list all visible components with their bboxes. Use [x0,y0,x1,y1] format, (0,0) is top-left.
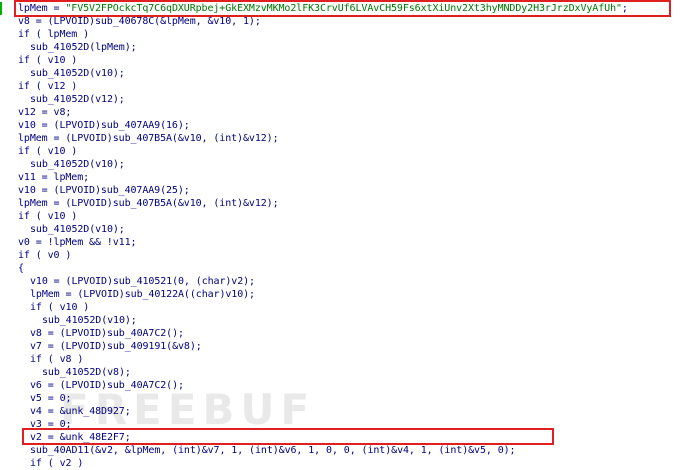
code-line[interactable]: v10 = (LPVOID)sub_407AA9(25); [18,184,628,197]
code-line-text: if ( v10 ) [18,211,78,222]
code-line[interactable]: sub_41052D(v8); [18,366,628,379]
code-line-text: v10 = (LPVOID)sub_407AA9(16); [18,120,190,131]
code-line-text: sub_41052D(lpMem); [30,42,137,53]
code-line[interactable]: if ( v8 ) [18,353,628,366]
code-line[interactable]: v10 = (LPVOID)sub_410521(0, (char)v2); [18,275,628,288]
code-line-text: if ( v8 ) [30,354,84,365]
code-line-text: if ( lpMem ) [18,29,90,40]
code-line-text: v8 = (LPVOID)sub_40A7C2(); [30,328,184,339]
code-line[interactable]: v12 = v8; [18,106,628,119]
code-line-text: if ( v10 ) [30,302,90,313]
code-line-text: lpMem = (LPVOID)sub_407B5A(&v10, (int)&v… [18,133,279,144]
code-line-text: sub_41052D(v10); [42,315,137,326]
code-line[interactable]: v5 = 0; [18,392,628,405]
code-line-text: lpMem = "FV5V2FPOckcTq7C6qDXURpbej+GkEXM… [18,3,628,14]
code-line-text: sub_41052D(v10); [30,159,125,170]
code-line[interactable]: v8 = (LPVOID)sub_40678C(&lpMem, &v10, 1)… [18,15,628,28]
code-line[interactable]: if ( v0 ) [18,249,628,262]
code-line[interactable]: v7 = (LPVOID)sub_409191(&v8); [18,340,628,353]
code-line-text: if ( v2 ) [30,458,84,469]
code-line-text: if ( v10 ) [18,55,78,66]
code-line-text: v6 = (LPVOID)sub_40A7C2(); [30,380,184,391]
code-line[interactable]: sub_41052D(v10); [18,158,628,171]
code-line-text: v8 = (LPVOID)sub_40678C(&lpMem, &v10, 1)… [18,16,261,27]
code-line-text: v12 = v8; [18,107,72,118]
code-line[interactable]: sub_41052D(v10); [18,314,628,327]
code-line-text: v10 = (LPVOID)sub_410521(0, (char)v2); [30,276,255,287]
code-line-text: if ( v12 ) [18,81,78,92]
code-line-text: v0 = !lpMem && !v11; [18,237,137,248]
current-line-marker [0,2,2,15]
code-line-text: v4 = &unk_48D927; [30,406,131,417]
code-line[interactable]: sub_41052D(v10); [18,67,628,80]
pseudocode-view[interactable]: lpMem = "FV5V2FPOckcTq7C6qDXURpbej+GkEXM… [18,2,628,470]
code-line[interactable]: v11 = lpMem; [18,171,628,184]
code-line[interactable]: if ( lpMem ) [18,28,628,41]
code-line-text: v5 = 0; [30,393,72,404]
code-line[interactable]: if ( v2 ) [18,457,628,470]
code-line[interactable]: v2 = &unk_48E2F7; [18,431,628,444]
code-line-text: if ( v10 ) [18,146,78,157]
code-line-text: sub_41052D(v8); [42,367,131,378]
code-line-text: v11 = lpMem; [18,172,90,183]
code-line[interactable]: if ( v10 ) [18,54,628,67]
code-line-text: lpMem = (LPVOID)sub_407B5A(&v10, (int)&v… [18,198,279,209]
code-line[interactable]: v10 = (LPVOID)sub_407AA9(16); [18,119,628,132]
code-line-text: if ( v0 ) [18,250,72,261]
code-line[interactable]: v4 = &unk_48D927; [18,405,628,418]
code-line[interactable]: sub_41052D(v12); [18,93,628,106]
code-line[interactable]: v8 = (LPVOID)sub_40A7C2(); [18,327,628,340]
code-line[interactable]: if ( v10 ) [18,210,628,223]
code-line[interactable]: lpMem = (LPVOID)sub_407B5A(&v10, (int)&v… [18,197,628,210]
code-line[interactable]: lpMem = (LPVOID)sub_40122A((char)v10); [18,288,628,301]
code-line[interactable]: v3 = 0; [18,418,628,431]
code-line[interactable]: lpMem = (LPVOID)sub_407B5A(&v10, (int)&v… [18,132,628,145]
code-line-text: v10 = (LPVOID)sub_407AA9(25); [18,185,190,196]
code-line-text: lpMem = (LPVOID)sub_40122A((char)v10); [30,289,255,300]
code-line[interactable]: v0 = !lpMem && !v11; [18,236,628,249]
code-line[interactable]: { [18,262,628,275]
code-line[interactable]: sub_41052D(v10); [18,223,628,236]
code-line[interactable]: sub_41052D(lpMem); [18,41,628,54]
code-line[interactable]: if ( v10 ) [18,301,628,314]
code-line-text: v2 = &unk_48E2F7; [30,432,131,443]
code-line[interactable]: if ( v10 ) [18,145,628,158]
code-line-text: sub_41052D(v12); [30,94,125,105]
code-line-text: v3 = 0; [30,419,72,430]
code-line[interactable]: sub_40AD11(&v2, &lpMem, (int)&v7, 1, (in… [18,444,628,457]
code-line[interactable]: v6 = (LPVOID)sub_40A7C2(); [18,379,628,392]
code-line-text: sub_41052D(v10); [30,68,125,79]
code-line-text: sub_40AD11(&v2, &lpMem, (int)&v7, 1, (in… [30,445,516,456]
code-line[interactable]: lpMem = "FV5V2FPOckcTq7C6qDXURpbej+GkEXM… [18,2,628,15]
code-line-text: { [18,263,24,274]
code-line-text: sub_41052D(v10); [30,224,125,235]
code-line[interactable]: if ( v12 ) [18,80,628,93]
code-line-text: v7 = (LPVOID)sub_409191(&v8); [30,341,202,352]
